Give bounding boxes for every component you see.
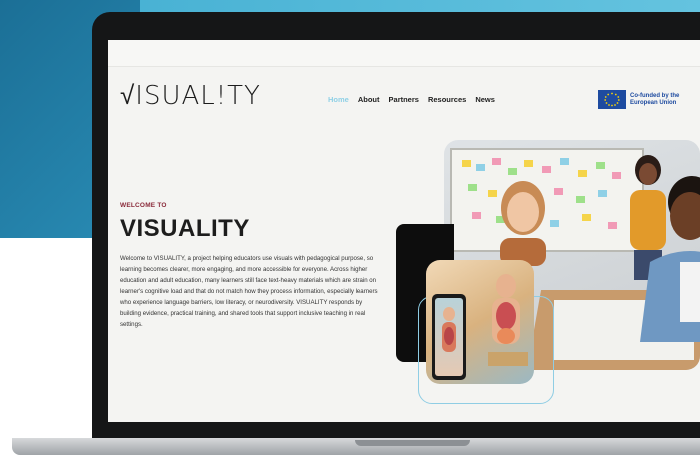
man-writing (640, 176, 700, 342)
nav-item-partners[interactable]: Partners (389, 95, 419, 104)
hero-image-collage (396, 140, 700, 422)
nav-item-resources[interactable]: Resources (428, 95, 466, 104)
laptop-screen: √ISUAL!TY Home About Partners Resources … (108, 40, 700, 422)
woman-smiling (500, 181, 546, 266)
tablet-device (432, 294, 466, 380)
tablet-screen (435, 298, 463, 376)
laptop-base-notch (355, 440, 470, 446)
browser-top-strip (108, 40, 700, 67)
nav-item-about[interactable]: About (358, 95, 380, 104)
hero-eyebrow: WELCOME TO (120, 202, 167, 209)
main-nav: Home About Partners Resources News (328, 95, 495, 104)
eu-funding-text: Co-funded by the European Union (630, 92, 680, 106)
hero-title: VISUALITY (120, 215, 250, 242)
site-logo[interactable]: √ISUAL!TY (120, 80, 261, 111)
eu-funding-badge: Co-funded by the European Union (598, 90, 698, 109)
hero-body: Welcome to VISUALITY, a project helping … (120, 255, 378, 328)
nav-item-news[interactable]: News (475, 95, 495, 104)
nav-item-home[interactable]: Home (328, 95, 349, 104)
eu-flag-icon (598, 90, 626, 109)
